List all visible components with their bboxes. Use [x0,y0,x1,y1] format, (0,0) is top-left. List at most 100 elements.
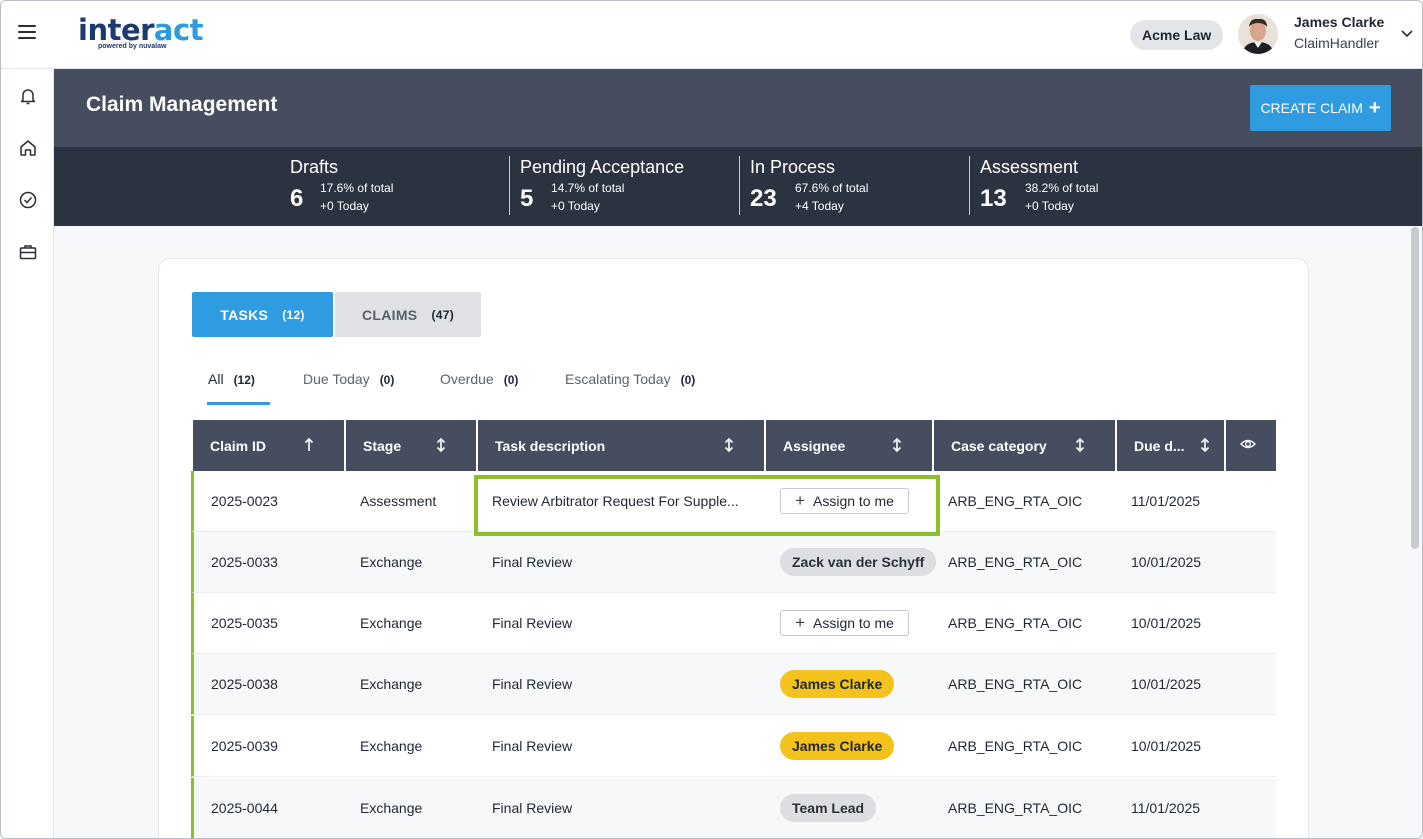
scrollbar[interactable] [1411,227,1419,549]
tab-claims[interactable]: CLAIMS (47) [335,292,481,337]
filter-label: Due Today [303,371,370,387]
filter-due-today[interactable]: Due Today (0) [303,371,394,387]
cell-stage: Assessment [360,493,437,509]
table-row[interactable]: 2025-0038 Exchange Final Review James Cl… [191,654,1276,715]
page-title: Claim Management [86,93,278,116]
avatar[interactable] [1238,14,1278,54]
column-label: Claim ID [210,437,267,454]
assign-to-me-button[interactable]: + Assign to me [780,610,909,636]
cell-stage: Exchange [360,800,423,816]
logo-text-primary: inter [78,13,154,47]
create-claim-button[interactable]: CREATE CLAIM + [1250,85,1391,131]
stat-today: +0 Today [551,199,600,213]
logo-text-accent: act [153,13,204,47]
stat-today: +0 Today [1025,199,1074,213]
cell-claim-id: 2025-0035 [211,615,278,631]
stat-divider [969,156,970,215]
stat-in-process[interactable]: In Process 23 67.6% of total +4 Today [750,157,868,217]
stat-pending-acceptance[interactable]: Pending Acceptance 5 14.7% of total +0 T… [520,157,684,217]
cell-due-date: 11/01/2025 [1131,800,1201,816]
table-row[interactable]: 2025-0023 Assessment Review Arbitrator R… [191,471,1276,532]
assignee-chip[interactable]: Zack van der Schyff [780,548,937,576]
stat-count: 5 [520,185,534,212]
active-filter-indicator [207,402,270,405]
column-case-category[interactable]: Case category [934,420,1115,471]
stats-bar: Drafts 6 17.6% of total +0 Today Pending… [54,147,1422,226]
assign-label: Assign to me [813,615,894,631]
sort-icon[interactable] [1200,437,1210,453]
eye-icon[interactable] [1240,436,1256,452]
column-task-description[interactable]: Task description [478,420,764,471]
menu-icon[interactable] [18,25,36,41]
stat-percent: 67.6% of total [795,181,869,195]
cell-case-category: ARB_ENG_RTA_OIC [948,738,1083,754]
sort-icon[interactable] [1075,437,1085,453]
filter-count: (0) [379,373,395,387]
table-row[interactable]: 2025-0035 Exchange Final Review + Assign … [191,593,1276,654]
stat-drafts[interactable]: Drafts 6 17.6% of total +0 Today [290,157,393,217]
assign-to-me-button[interactable]: + Assign to me [780,488,909,514]
cell-due-date: 11/01/2025 [1131,493,1201,509]
stat-count: 6 [290,185,304,212]
sidebar [1,69,54,838]
filter-escalating-today[interactable]: Escalating Today (0) [565,371,695,387]
cell-due-date: 10/01/2025 [1131,738,1202,754]
cell-case-category: ARB_ENG_RTA_OIC [948,676,1083,692]
stat-percent: 14.7% of total [551,181,625,195]
check-circle-icon[interactable] [18,190,38,210]
filter-count: (0) [503,373,519,387]
filter-label: Overdue [440,371,494,387]
cell-due-date: 10/01/2025 [1131,615,1202,631]
stat-count: 23 [750,185,777,212]
column-visibility[interactable] [1226,420,1276,471]
cell-claim-id: 2025-0033 [211,554,278,570]
cell-case-category: ARB_ENG_RTA_OIC [948,800,1083,816]
table-row[interactable]: 2025-0044 Exchange Final Review Team Lea… [191,778,1276,838]
assignee-chip[interactable]: James Clarke [780,670,895,698]
cell-claim-id: 2025-0044 [211,800,278,816]
bell-icon[interactable] [18,86,38,106]
sort-icon[interactable] [892,437,902,453]
table-row[interactable]: 2025-0033 Exchange Final Review Zack van… [191,532,1276,593]
plus-icon: + [1368,97,1381,119]
cell-stage: Exchange [360,615,423,631]
tab-count: (12) [282,307,305,322]
column-assignee[interactable]: Assignee [766,420,932,471]
organization-badge[interactable]: Acme Law [1130,20,1224,50]
column-stage[interactable]: Stage [346,420,476,471]
column-label: Case category [951,437,1047,454]
column-due-date[interactable]: Due d... [1117,420,1224,471]
create-claim-label: CREATE CLAIM [1260,100,1363,116]
app-window: interact powered by nuvalaw Acme Law Jam… [0,0,1423,839]
stat-divider [739,156,740,215]
sort-icon[interactable] [436,437,446,453]
stat-percent: 38.2% of total [1025,181,1099,195]
sort-ascending-icon[interactable] [304,437,314,453]
cell-case-category: ARB_ENG_RTA_OIC [948,615,1083,631]
briefcase-icon[interactable] [18,242,38,262]
filter-overdue[interactable]: Overdue (0) [440,371,518,387]
table-row[interactable]: 2025-0039 Exchange Final Review James Cl… [191,716,1276,777]
filter-label: All [208,371,224,387]
assignee-chip[interactable]: James Clarke [780,732,895,760]
cell-task-description: Final Review [492,615,573,631]
column-label: Due d... [1134,437,1185,454]
user-name: James Clarke [1294,14,1385,30]
cell-task-description: Final Review [492,738,573,754]
home-icon[interactable] [18,138,38,158]
assignee-chip[interactable]: Team Lead [780,794,877,822]
column-label: Assignee [783,437,846,454]
cell-stage: Exchange [360,738,423,754]
tab-count: (47) [431,307,454,322]
tab-tasks[interactable]: TASKS (12) [192,292,333,337]
filter-all[interactable]: All (12) [208,371,255,387]
assign-label: Assign to me [813,493,894,509]
column-claim-id[interactable]: Claim ID [193,420,344,471]
stat-assessment[interactable]: Assessment 13 38.2% of total +0 Today [980,157,1098,217]
chevron-down-icon[interactable] [1400,29,1414,39]
logo[interactable]: interact powered by nuvalaw [78,13,204,50]
filter-label: Escalating Today [565,371,671,387]
sort-icon[interactable] [724,437,734,453]
cell-claim-id: 2025-0038 [211,676,278,692]
stat-count: 13 [980,185,1007,212]
